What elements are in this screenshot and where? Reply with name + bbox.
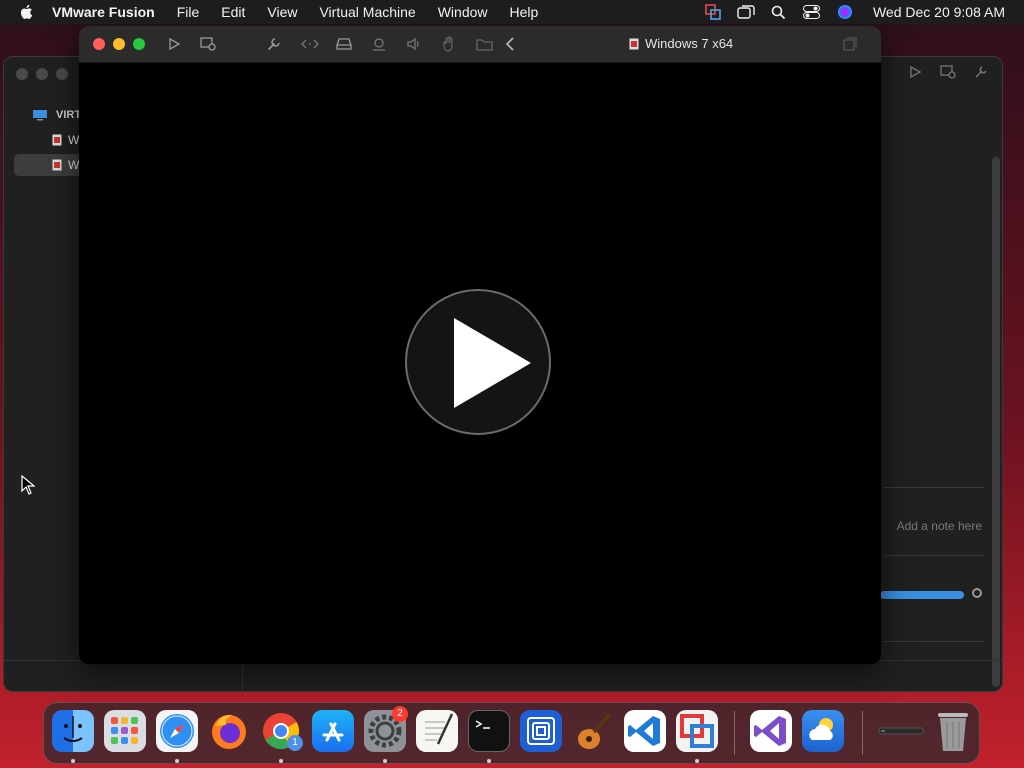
dock-running-indicator (175, 759, 179, 763)
library-close-button[interactable] (16, 68, 28, 80)
library-divider (884, 487, 984, 488)
minimize-button[interactable] (113, 38, 125, 50)
menubar-clock[interactable]: Wed Dec 20 9:08 AM (873, 4, 1005, 20)
close-button[interactable] (93, 38, 105, 50)
dock-running-indicator (279, 759, 283, 763)
add-note-field[interactable]: Add a note here (897, 519, 982, 533)
launchpad-icon[interactable] (104, 710, 146, 752)
vm-window-title: Windows 7 x64 (629, 36, 733, 51)
mouse-cursor-icon (21, 475, 35, 495)
library-divider (884, 641, 984, 642)
vm-document-icon (52, 134, 62, 146)
garageband-icon[interactable] (572, 710, 614, 752)
library-divider (884, 555, 984, 556)
vmware-fusion-app-icon[interactable] (676, 710, 718, 752)
finder-icon[interactable] (52, 710, 94, 752)
menu-bar: VMware Fusion File Edit View Virtual Mac… (0, 0, 1024, 24)
play-triangle-icon (454, 318, 531, 408)
dock-running-indicator (695, 759, 699, 763)
hand-icon[interactable] (440, 35, 458, 53)
app-store-icon[interactable] (312, 710, 354, 752)
dock: 1 2 (43, 702, 980, 764)
library-section-label: VIRT (56, 109, 82, 121)
library-settings-icon[interactable] (974, 65, 988, 79)
control-center-icon[interactable] (803, 3, 821, 21)
vm-document-icon (629, 38, 639, 49)
hard-disk-icon[interactable] (335, 35, 353, 53)
apple-icon[interactable] (18, 3, 36, 21)
spotlight-search-icon[interactable] (770, 3, 788, 21)
menu-edit[interactable]: Edit (221, 4, 245, 20)
dock-running-indicator (383, 759, 387, 763)
fullscreen-icon[interactable] (841, 35, 859, 53)
snapshot-icon[interactable] (199, 35, 217, 53)
system-settings-badge: 2 (392, 706, 408, 722)
dock-separator (862, 711, 863, 755)
terminal-icon[interactable] (468, 710, 510, 752)
vm-display[interactable] (79, 63, 881, 664)
library-slider-knob[interactable] (972, 588, 982, 598)
menu-virtual-machine[interactable]: Virtual Machine (319, 4, 415, 20)
library-bottom-bar (4, 660, 1002, 691)
siri-icon[interactable] (836, 3, 854, 21)
library-item-label: W (68, 158, 80, 172)
speaker-icon[interactable] (405, 35, 423, 53)
vm-title-text: Windows 7 x64 (645, 36, 734, 51)
library-play-icon[interactable] (908, 65, 922, 79)
vmware-status-icon[interactable] (704, 3, 722, 21)
app-menu[interactable]: VMware Fusion (52, 4, 155, 20)
vmware-fusion-icon[interactable] (520, 710, 562, 752)
weather-icon[interactable] (802, 710, 844, 752)
wrench-icon[interactable] (265, 35, 283, 53)
dock-separator (734, 711, 735, 755)
window-switcher-icon[interactable] (737, 3, 755, 21)
library-item-label: W (68, 133, 80, 147)
library-zoom-button[interactable] (56, 68, 68, 80)
library-bottom-divider (242, 661, 243, 691)
vm-titlebar: Windows 7 x64 (79, 26, 881, 63)
zoom-button[interactable] (133, 38, 145, 50)
chevron-left-icon[interactable] (501, 35, 519, 53)
chrome-badge: 1 (287, 735, 303, 751)
menu-file[interactable]: File (177, 4, 200, 20)
menu-window[interactable]: Window (438, 4, 488, 20)
textedit-icon[interactable] (416, 710, 458, 752)
camera-icon[interactable] (370, 35, 388, 53)
library-minimize-button[interactable] (36, 68, 48, 80)
vscode-icon[interactable] (624, 710, 666, 752)
menu-help[interactable]: Help (510, 4, 539, 20)
library-scrollbar[interactable] (992, 157, 1000, 687)
minimized-window-icon[interactable] (878, 710, 924, 752)
trash-icon[interactable] (932, 710, 974, 752)
library-snapshot-icon[interactable] (940, 65, 956, 79)
visual-studio-icon[interactable] (750, 710, 792, 752)
dock-running-indicator (487, 759, 491, 763)
power-on-play-button[interactable] (405, 289, 551, 435)
vm-console-window: Windows 7 x64 (79, 26, 881, 664)
safari-icon[interactable] (156, 710, 198, 752)
firefox-icon[interactable] (208, 710, 250, 752)
share-folder-icon[interactable] (476, 35, 494, 53)
vm-document-icon (52, 159, 62, 171)
library-slider-track[interactable] (880, 591, 964, 599)
play-icon[interactable] (165, 35, 183, 53)
dock-running-indicator (71, 759, 75, 763)
code-arrows-icon[interactable] (301, 35, 319, 53)
menu-view[interactable]: View (267, 4, 297, 20)
monitor-icon (33, 110, 47, 121)
